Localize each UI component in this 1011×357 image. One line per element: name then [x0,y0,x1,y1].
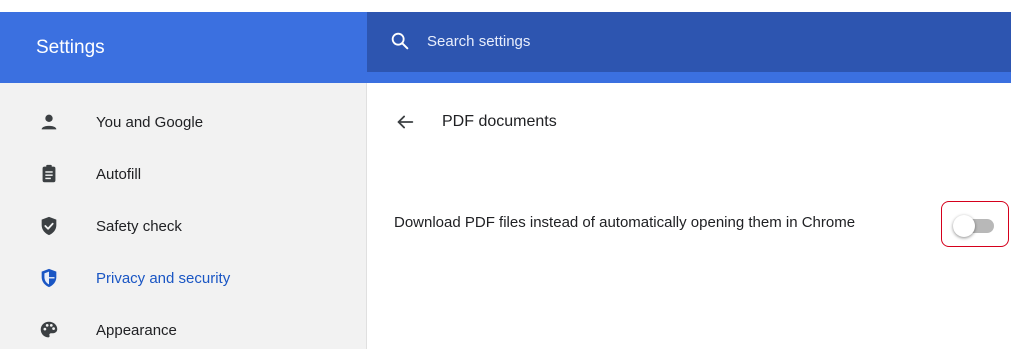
sidebar-item-label: Appearance [96,322,177,339]
main-content: PDF documents Download PDF files instead… [368,83,1011,349]
setting-label: Download PDF files instead of automatica… [394,214,856,231]
sidebar-item-autofill[interactable]: Autofill [0,149,366,201]
search-input[interactable]: Search settings [427,12,530,72]
search-box[interactable]: Search settings [367,12,1011,72]
top-strip [0,0,1011,12]
page-title: PDF documents [442,113,557,130]
header-title: Settings [36,37,105,58]
shield-icon [41,268,57,288]
sidebar-item-label: Privacy and security [96,270,231,287]
sidebar-item-safety-check[interactable]: Safety check [0,201,366,253]
sidebar-item-label: You and Google [96,114,204,131]
back-arrow-icon[interactable] [394,111,416,133]
sidebar-item-privacy-and-security[interactable]: Privacy and security [0,253,366,305]
toggle-highlight [941,201,1009,247]
toggle-knob[interactable] [953,215,975,237]
sidebar: You and Google Autofill Safety check Pri… [0,83,367,349]
sidebar-item-label: Safety check [96,218,182,235]
clipboard-icon [42,164,56,183]
palette-icon [40,321,58,338]
person-icon [41,114,57,130]
shield-check-icon [41,216,57,236]
sidebar-item-you-and-google[interactable]: You and Google [0,97,366,149]
settings-header: Settings Search settings [0,12,1011,83]
sidebar-item-label: Autofill [96,166,142,183]
sidebar-item-appearance[interactable]: Appearance [0,305,366,357]
search-icon [391,32,409,50]
